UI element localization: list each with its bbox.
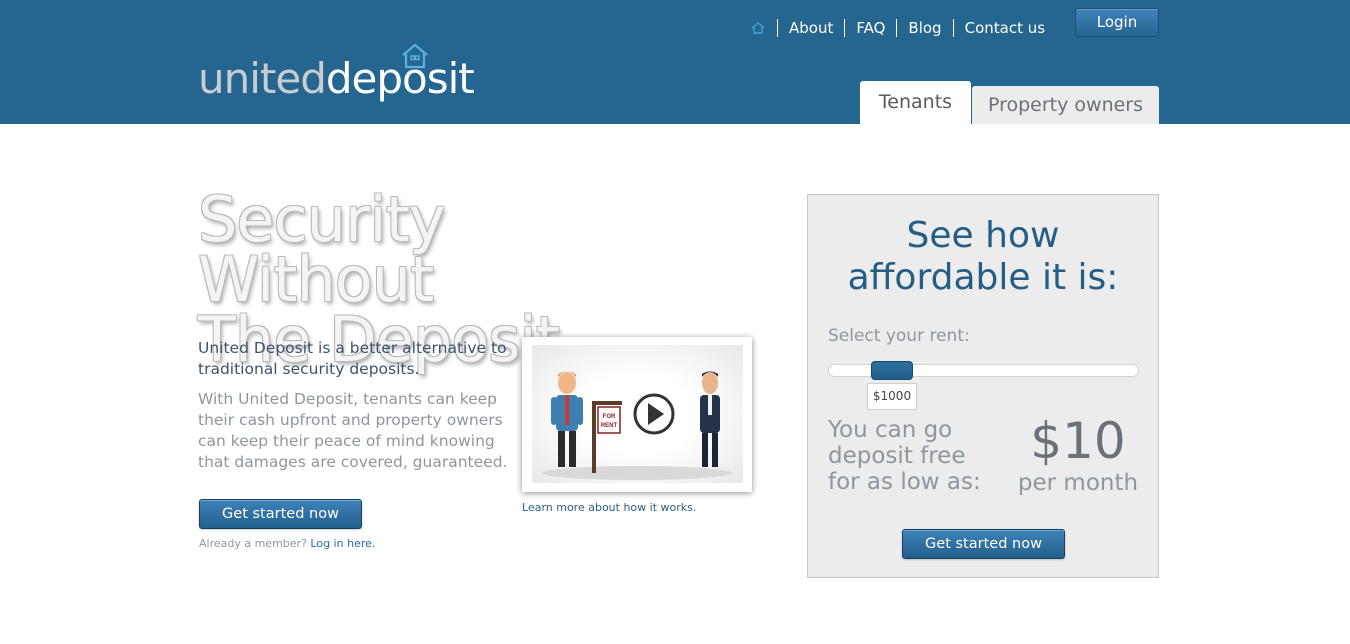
site-header: uniteddeposit About FAQ Blog Contact us …	[0, 0, 1350, 124]
headline-line-1: Security Without	[198, 183, 446, 316]
get-started-button[interactable]: Get started now	[199, 499, 362, 529]
nav-link-faq[interactable]: FAQ	[856, 19, 885, 37]
owner-figure	[700, 371, 720, 467]
video-thumbnail: FOR RENT	[532, 345, 743, 483]
nav-divider	[896, 19, 898, 37]
home-icon[interactable]	[750, 20, 766, 36]
rent-slider-handle[interactable]	[871, 361, 913, 380]
for-rent-sign: FOR RENT	[592, 401, 622, 473]
how-it-works-link[interactable]: Learn more about how it works.	[522, 501, 696, 514]
deposit-free-text: You can go deposit free for as low as:	[828, 417, 981, 495]
affordability-calculator: See how affordable it is: Select your re…	[807, 194, 1159, 578]
svg-text:RENT: RENT	[601, 423, 618, 429]
rent-label: Select your rent:	[828, 326, 970, 346]
tenant-figure	[551, 371, 583, 467]
hero-body-text: With United Deposit, tenants can keep th…	[198, 390, 508, 471]
united-deposit-logo[interactable]: uniteddeposit	[198, 58, 475, 100]
calculator-title: See how affordable it is:	[808, 215, 1158, 299]
member-login-prompt: Already a member? Log in here.	[199, 537, 375, 550]
monthly-price: $10	[1030, 412, 1126, 470]
per-month-label: per month	[1017, 470, 1139, 496]
play-icon[interactable]	[633, 393, 675, 435]
nav-divider	[952, 19, 954, 37]
hero-lead-text: United Deposit is a better alternative t…	[198, 339, 507, 378]
nav-divider	[844, 19, 846, 37]
sign-text: FOR	[603, 414, 616, 420]
calculator-get-started-button[interactable]: Get started now	[902, 529, 1065, 559]
calculator-title-line-2: affordable it is:	[847, 257, 1119, 298]
video-illustration: FOR RENT	[542, 371, 732, 480]
top-nav: About FAQ Blog Contact us	[750, 18, 1045, 38]
rent-value-tooltip: $1000	[867, 383, 917, 410]
nav-link-about[interactable]: About	[789, 19, 833, 37]
explainer-video[interactable]: FOR RENT	[522, 337, 752, 492]
calculator-title-line-1: See how	[906, 215, 1060, 256]
tab-tenants[interactable]: Tenants	[860, 81, 971, 124]
nav-divider	[777, 19, 778, 37]
logo-house-icon	[402, 43, 428, 69]
member-text: Already a member?	[199, 537, 307, 550]
login-here-link[interactable]: Log in here.	[310, 537, 375, 550]
logo-text-united: united	[198, 54, 327, 103]
nav-link-blog[interactable]: Blog	[908, 19, 941, 37]
login-button[interactable]: Login	[1075, 8, 1159, 37]
tab-property-owners[interactable]: Property owners	[972, 86, 1159, 124]
nav-link-contact[interactable]: Contact us	[965, 19, 1045, 37]
